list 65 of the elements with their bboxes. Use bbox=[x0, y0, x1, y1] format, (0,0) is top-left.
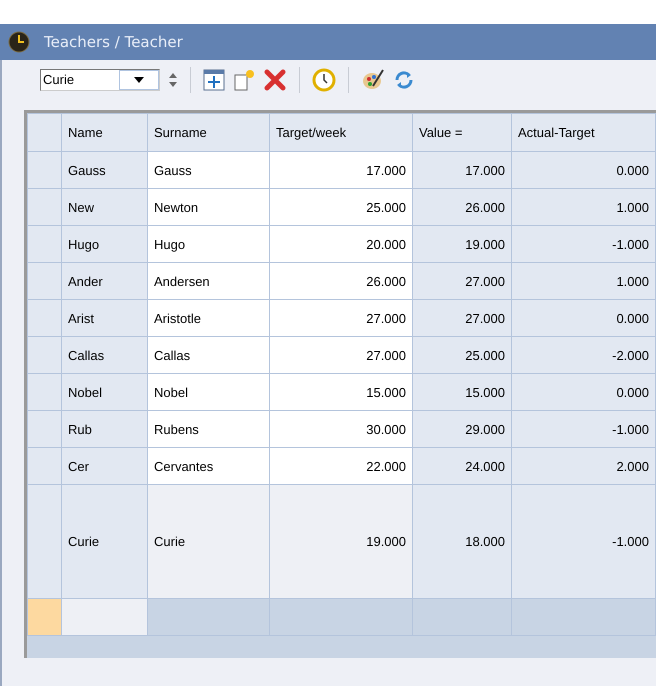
table-cell: 17.000 bbox=[412, 152, 512, 188]
table-cell: Nobel bbox=[62, 374, 148, 410]
delete-icon[interactable] bbox=[263, 68, 287, 92]
table-cell: Rub bbox=[62, 410, 148, 448]
table-cell: 27.000 bbox=[412, 262, 512, 300]
table-cell: 1.000 bbox=[512, 188, 656, 226]
window-title: Teachers / Teacher bbox=[44, 33, 183, 51]
table-cell: 19.000 bbox=[412, 226, 512, 262]
clock-icon[interactable] bbox=[312, 68, 336, 92]
table-cell: 25.000 bbox=[270, 188, 412, 226]
palette-icon[interactable] bbox=[361, 68, 385, 92]
table-cell: Ander bbox=[62, 262, 148, 300]
table-cell: 26.000 bbox=[270, 262, 412, 300]
table-cell: -1.000 bbox=[512, 226, 656, 262]
teacher-selector[interactable]: Curie bbox=[40, 69, 160, 91]
caret-icon bbox=[134, 77, 144, 83]
table-cell: Arist bbox=[62, 300, 148, 336]
table-cell: 26.000 bbox=[412, 188, 512, 226]
table-cell: 18.000 bbox=[412, 484, 512, 598]
column-header[interactable]: Target/week bbox=[270, 114, 412, 152]
table-cell: -1.000 bbox=[512, 410, 656, 448]
table-cell: 30.000 bbox=[270, 410, 412, 448]
table-cell: Hugo bbox=[148, 226, 270, 262]
table-cell: 29.000 bbox=[412, 410, 512, 448]
table-cell: 20.000 bbox=[270, 226, 412, 262]
table-cell: Cer bbox=[62, 448, 148, 484]
table-cell: Gauss bbox=[62, 152, 148, 188]
table-cell: Cervantes bbox=[148, 448, 270, 484]
column-header[interactable]: Name bbox=[62, 114, 148, 152]
table-cell: 0.000 bbox=[512, 374, 656, 410]
table-cell: Hugo bbox=[62, 226, 148, 262]
table-cell: 15.000 bbox=[412, 374, 512, 410]
table-cell: Callas bbox=[62, 336, 148, 374]
table-cell: Curie bbox=[148, 484, 270, 598]
table-cell: Aristotle bbox=[148, 300, 270, 336]
table-cell: 27.000 bbox=[412, 300, 512, 336]
table-cell: Newton bbox=[148, 188, 270, 226]
table-cell: 0.000 bbox=[512, 300, 656, 336]
table-cell: 27.000 bbox=[270, 336, 412, 374]
table-cell: 15.000 bbox=[270, 374, 412, 410]
table-cell: Gauss bbox=[148, 152, 270, 188]
table-cell: 0.000 bbox=[512, 152, 656, 188]
refresh-icon[interactable] bbox=[393, 69, 415, 91]
new-document-icon[interactable] bbox=[233, 69, 255, 91]
table-cell: 22.000 bbox=[270, 448, 412, 484]
move-window-icon[interactable] bbox=[203, 69, 225, 91]
clock-icon bbox=[8, 31, 30, 53]
table-cell: -1.000 bbox=[512, 484, 656, 598]
table-cell: Andersen bbox=[148, 262, 270, 300]
table-cell: 17.000 bbox=[270, 152, 412, 188]
table-cell: New bbox=[62, 188, 148, 226]
table-cell: Curie bbox=[62, 484, 148, 598]
table-cell: 19.000 bbox=[270, 484, 412, 598]
column-header[interactable]: Value = bbox=[412, 114, 512, 152]
table-cell: Callas bbox=[148, 336, 270, 374]
column-header[interactable]: Surname bbox=[148, 114, 270, 152]
table-cell: 27.000 bbox=[270, 300, 412, 336]
table-cell: 1.000 bbox=[512, 262, 656, 300]
table-cell: Nobel bbox=[148, 374, 270, 410]
table-cell: 25.000 bbox=[412, 336, 512, 374]
table-cell: -2.000 bbox=[512, 336, 656, 374]
column-header[interactable]: Actual-Target bbox=[512, 114, 656, 152]
table-cell: 2.000 bbox=[512, 448, 656, 484]
table-cell: Rubens bbox=[148, 410, 270, 448]
table-cell: 24.000 bbox=[412, 448, 512, 484]
